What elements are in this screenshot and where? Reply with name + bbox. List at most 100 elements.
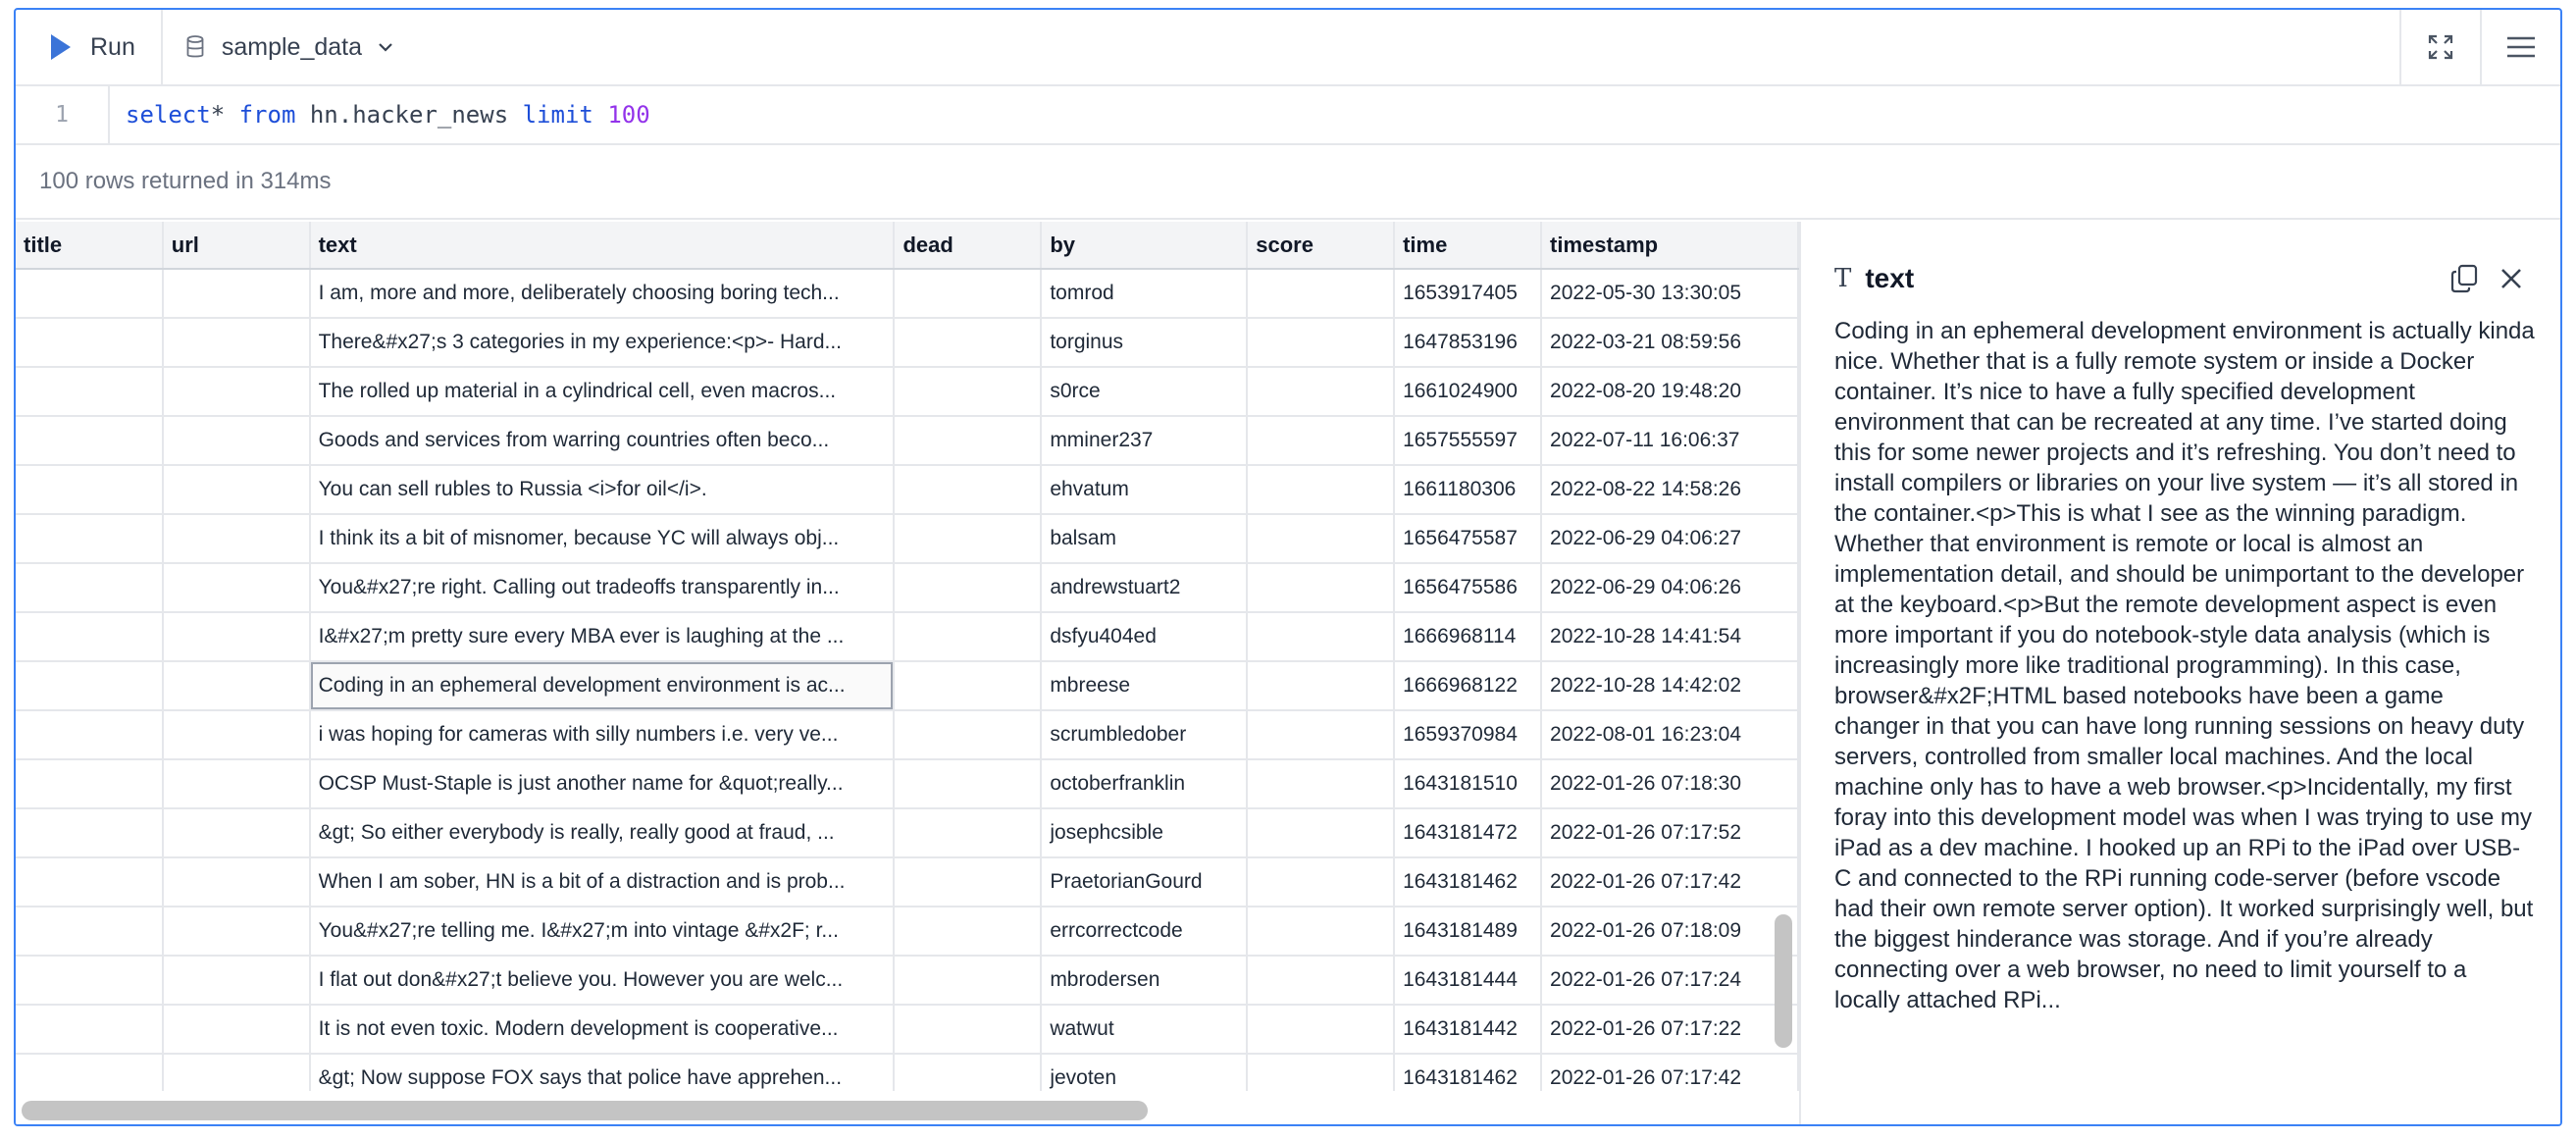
cell-time[interactable]: 1643181444 xyxy=(1394,956,1543,1006)
cell-title[interactable] xyxy=(16,857,164,907)
cell-dead[interactable] xyxy=(894,857,1043,907)
menu-button[interactable] xyxy=(2480,10,2560,84)
cell-title[interactable] xyxy=(16,808,164,858)
column-header-text[interactable]: text xyxy=(309,222,896,270)
cell-url[interactable] xyxy=(162,759,311,809)
cell-title[interactable] xyxy=(16,465,164,515)
cell-title[interactable] xyxy=(16,563,164,613)
cell-by[interactable]: dsfyu404ed xyxy=(1041,612,1249,662)
sql-editor[interactable]: 1 select* from hn.hacker_news limit 100 xyxy=(16,86,2560,145)
cell-by[interactable]: torginus xyxy=(1041,318,1249,368)
cell-url[interactable] xyxy=(162,661,311,711)
cell-timestamp[interactable]: 2022-07-11 16:06:37 xyxy=(1541,416,1799,466)
cell-text[interactable]: The rolled up material in a cylindrical … xyxy=(309,367,896,417)
cell-by[interactable]: watwut xyxy=(1041,1005,1249,1055)
cell-text[interactable]: i was hoping for cameras with silly numb… xyxy=(309,710,896,760)
cell-text[interactable]: When I am sober, HN is a bit of a distra… xyxy=(309,857,896,907)
cell-text[interactable]: You&#x27;re telling me. I&#x27;m into vi… xyxy=(309,907,896,957)
cell-score[interactable] xyxy=(1247,269,1396,319)
cell-score[interactable] xyxy=(1247,956,1396,1006)
cell-text[interactable]: I flat out don&#x27;t believe you. Howev… xyxy=(309,956,896,1006)
cell-dead[interactable] xyxy=(894,661,1043,711)
database-select[interactable]: sample_data xyxy=(163,10,417,84)
column-header-title[interactable]: title xyxy=(16,222,164,270)
cell-dead[interactable] xyxy=(894,759,1043,809)
cell-timestamp[interactable]: 2022-03-21 08:59:56 xyxy=(1541,318,1799,368)
column-header-time[interactable]: time xyxy=(1394,222,1543,270)
cell-by[interactable]: s0rce xyxy=(1041,367,1249,417)
cell-timestamp[interactable]: 2022-08-22 14:58:26 xyxy=(1541,465,1799,515)
cell-title[interactable] xyxy=(16,514,164,564)
cell-by[interactable]: errcorrectcode xyxy=(1041,907,1249,957)
cell-url[interactable] xyxy=(162,367,311,417)
cell-url[interactable] xyxy=(162,416,311,466)
cell-time[interactable]: 1657555597 xyxy=(1394,416,1543,466)
cell-time[interactable]: 1643181489 xyxy=(1394,907,1543,957)
cell-text[interactable]: OCSP Must-Staple is just another name fo… xyxy=(309,759,896,809)
cell-dead[interactable] xyxy=(894,808,1043,858)
cell-title[interactable] xyxy=(16,759,164,809)
cell-time[interactable]: 1666968122 xyxy=(1394,661,1543,711)
cell-title[interactable] xyxy=(16,710,164,760)
cell-timestamp[interactable]: 2022-06-29 04:06:26 xyxy=(1541,563,1799,613)
cell-url[interactable] xyxy=(162,612,311,662)
cell-dead[interactable] xyxy=(894,318,1043,368)
cell-dead[interactable] xyxy=(894,907,1043,957)
cell-score[interactable] xyxy=(1247,857,1396,907)
vertical-scrollbar[interactable] xyxy=(1775,914,1792,1048)
cell-title[interactable] xyxy=(16,318,164,368)
cell-dead[interactable] xyxy=(894,465,1043,515)
cell-score[interactable] xyxy=(1247,318,1396,368)
cell-time[interactable]: 1643181510 xyxy=(1394,759,1543,809)
cell-timestamp[interactable]: 2022-06-29 04:06:27 xyxy=(1541,514,1799,564)
cell-url[interactable] xyxy=(162,956,311,1006)
cell-by[interactable]: mminer237 xyxy=(1041,416,1249,466)
cell-score[interactable] xyxy=(1247,1005,1396,1055)
cell-time[interactable]: 1661180306 xyxy=(1394,465,1543,515)
cell-url[interactable] xyxy=(162,514,311,564)
cell-score[interactable] xyxy=(1247,759,1396,809)
cell-text[interactable]: I am, more and more, deliberately choosi… xyxy=(309,269,896,319)
cell-time[interactable]: 1656475587 xyxy=(1394,514,1543,564)
close-button[interactable] xyxy=(2488,259,2535,298)
cell-time[interactable]: 1661024900 xyxy=(1394,367,1543,417)
cell-dead[interactable] xyxy=(894,514,1043,564)
cell-title[interactable] xyxy=(16,367,164,417)
cell-title[interactable] xyxy=(16,416,164,466)
cell-time[interactable]: 1643181462 xyxy=(1394,857,1543,907)
copy-button[interactable] xyxy=(2441,259,2488,298)
sql-code[interactable]: select* from hn.hacker_news limit 100 xyxy=(110,101,650,129)
cell-time[interactable]: 1643181442 xyxy=(1394,1005,1543,1055)
cell-dead[interactable] xyxy=(894,1005,1043,1055)
cell-by[interactable]: scrumbledober xyxy=(1041,710,1249,760)
cell-dead[interactable] xyxy=(894,367,1043,417)
cell-dead[interactable] xyxy=(894,956,1043,1006)
cell-time[interactable]: 1666968114 xyxy=(1394,612,1543,662)
cell-title[interactable] xyxy=(16,1005,164,1055)
cell-timestamp[interactable]: 2022-01-26 07:17:22 xyxy=(1541,1005,1799,1055)
cell-by[interactable]: ehvatum xyxy=(1041,465,1249,515)
cell-timestamp[interactable]: 2022-01-26 07:17:42 xyxy=(1541,857,1799,907)
cell-timestamp[interactable]: 2022-01-26 07:18:30 xyxy=(1541,759,1799,809)
cell-timestamp[interactable]: 2022-10-28 14:42:02 xyxy=(1541,661,1799,711)
cell-url[interactable] xyxy=(162,857,311,907)
cell-timestamp[interactable]: 2022-01-26 07:18:09 xyxy=(1541,907,1799,957)
cell-title[interactable] xyxy=(16,956,164,1006)
cell-dead[interactable] xyxy=(894,612,1043,662)
cell-timestamp[interactable]: 2022-08-01 16:23:04 xyxy=(1541,710,1799,760)
cell-score[interactable] xyxy=(1247,808,1396,858)
column-header-by[interactable]: by xyxy=(1041,222,1249,270)
cell-by[interactable]: mbreese xyxy=(1041,661,1249,711)
cell-by[interactable]: tomrod xyxy=(1041,269,1249,319)
cell-by[interactable]: octoberfranklin xyxy=(1041,759,1249,809)
cell-url[interactable] xyxy=(162,563,311,613)
cell-by[interactable]: PraetorianGourd xyxy=(1041,857,1249,907)
cell-timestamp[interactable]: 2022-01-26 07:17:24 xyxy=(1541,956,1799,1006)
expand-button[interactable] xyxy=(2399,10,2480,84)
cell-text[interactable]: You can sell rubles to Russia <i>for oil… xyxy=(309,465,896,515)
cell-score[interactable] xyxy=(1247,563,1396,613)
cell-url[interactable] xyxy=(162,465,311,515)
cell-text[interactable]: Coding in an ephemeral development envir… xyxy=(309,661,896,711)
cell-time[interactable]: 1659370984 xyxy=(1394,710,1543,760)
cell-time[interactable]: 1653917405 xyxy=(1394,269,1543,319)
